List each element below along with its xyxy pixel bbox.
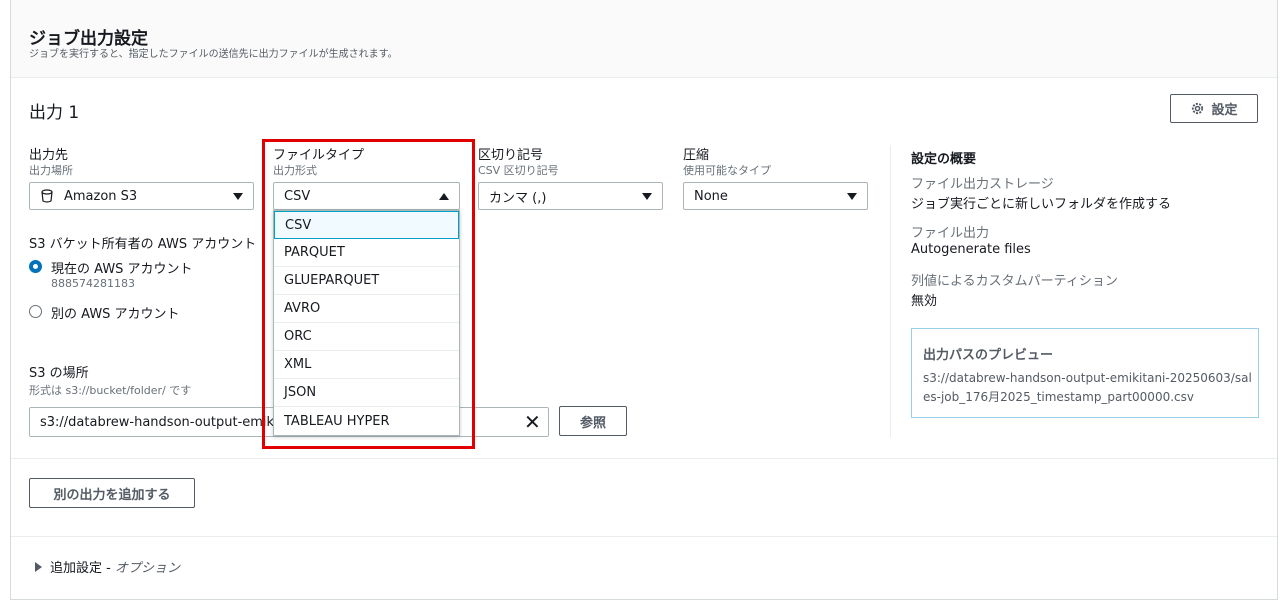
add-output-button[interactable]: 別の出力を追加する [29, 478, 195, 508]
caret-down-icon [847, 193, 857, 200]
compression-sublabel: 使用可能なタイプ [683, 164, 771, 177]
s3-location-label: S3 の場所 [29, 366, 89, 381]
preview-title: 出力パスのプレビュー [923, 348, 1054, 363]
compression-select[interactable]: None [683, 182, 868, 210]
compression-value: None [694, 188, 728, 204]
advanced-settings-label: 追加設定 [50, 561, 103, 576]
summary-output-key: ファイル出力 [911, 226, 990, 241]
owner-label: S3 バケット所有者の AWS アカウント [29, 237, 257, 252]
preview-path: s3://databrew-handson-output-emikitani-2… [923, 371, 1252, 404]
settings-button[interactable]: 設定 [1170, 94, 1258, 123]
other-account-radio[interactable] [29, 305, 42, 318]
browse-button[interactable]: 参照 [559, 406, 627, 436]
s3-location-sublabel: 形式は s3://bucket/folder/ です [29, 384, 192, 397]
page-description: ジョブを実行すると、指定したファイルの送信先に出力ファイルが生成されます。 [29, 49, 398, 60]
bucket-icon [41, 189, 53, 203]
section-divider [11, 536, 1277, 537]
job-output-settings-panel: ジョブ出力設定 ジョブを実行すると、指定したファイルの送信先に出力ファイルが生成… [10, 0, 1278, 600]
caret-down-icon [233, 193, 243, 200]
destination-value: Amazon S3 [64, 188, 138, 204]
other-account-label[interactable]: 別の AWS アカウント [51, 303, 180, 322]
delimiter-value: カンマ (,) [489, 190, 547, 206]
delimiter-select[interactable]: カンマ (,) [478, 182, 663, 210]
delimiter-sublabel: CSV 区切り記号 [478, 164, 559, 177]
output-path-preview: 出力パスのプレビュー s3://databrew-handson-output-… [911, 328, 1259, 418]
current-account-label[interactable]: 現在の AWS アカウント [51, 258, 193, 277]
summary-storage-value: ジョブ実行ごとに新しいフォルダを作成する [911, 197, 1172, 212]
output-section-title: 出力 1 [29, 103, 80, 123]
advanced-separator: - [102, 561, 115, 576]
caret-right-icon [35, 561, 42, 572]
current-account-id: 888574281183 [51, 277, 135, 290]
panel-header: ジョブ出力設定 ジョブを実行すると、指定したファイルの送信先に出力ファイルが生成… [11, 0, 1277, 78]
vertical-divider [890, 145, 891, 437]
destination-sublabel: 出力場所 [29, 164, 73, 177]
clear-icon[interactable]: ✕ [524, 412, 541, 432]
compression-label: 圧縮 [683, 148, 710, 163]
destination-select[interactable]: Amazon S3 [29, 182, 254, 210]
summary-storage-key: ファイル出力ストレージ [911, 177, 1054, 192]
summary-output-value: Autogenerate files [911, 242, 1031, 257]
gear-icon [1192, 102, 1204, 115]
advanced-optional: オプション [114, 561, 180, 576]
current-account-radio[interactable] [29, 260, 42, 273]
delimiter-label: 区切り記号 [478, 148, 544, 163]
destination-label: 出力先 [29, 148, 69, 163]
settings-button-label: 設定 [1211, 103, 1238, 118]
caret-down-icon [642, 193, 652, 200]
summary-partition-value: 無効 [911, 294, 938, 309]
section-divider [11, 458, 1277, 459]
summary-partition-key: 列値によるカスタムパーティション [911, 274, 1118, 289]
annotation-highlight-box [262, 139, 475, 449]
advanced-settings-toggle[interactable]: 追加設定 - オプション [35, 557, 180, 576]
summary-title: 設定の概要 [911, 152, 977, 167]
